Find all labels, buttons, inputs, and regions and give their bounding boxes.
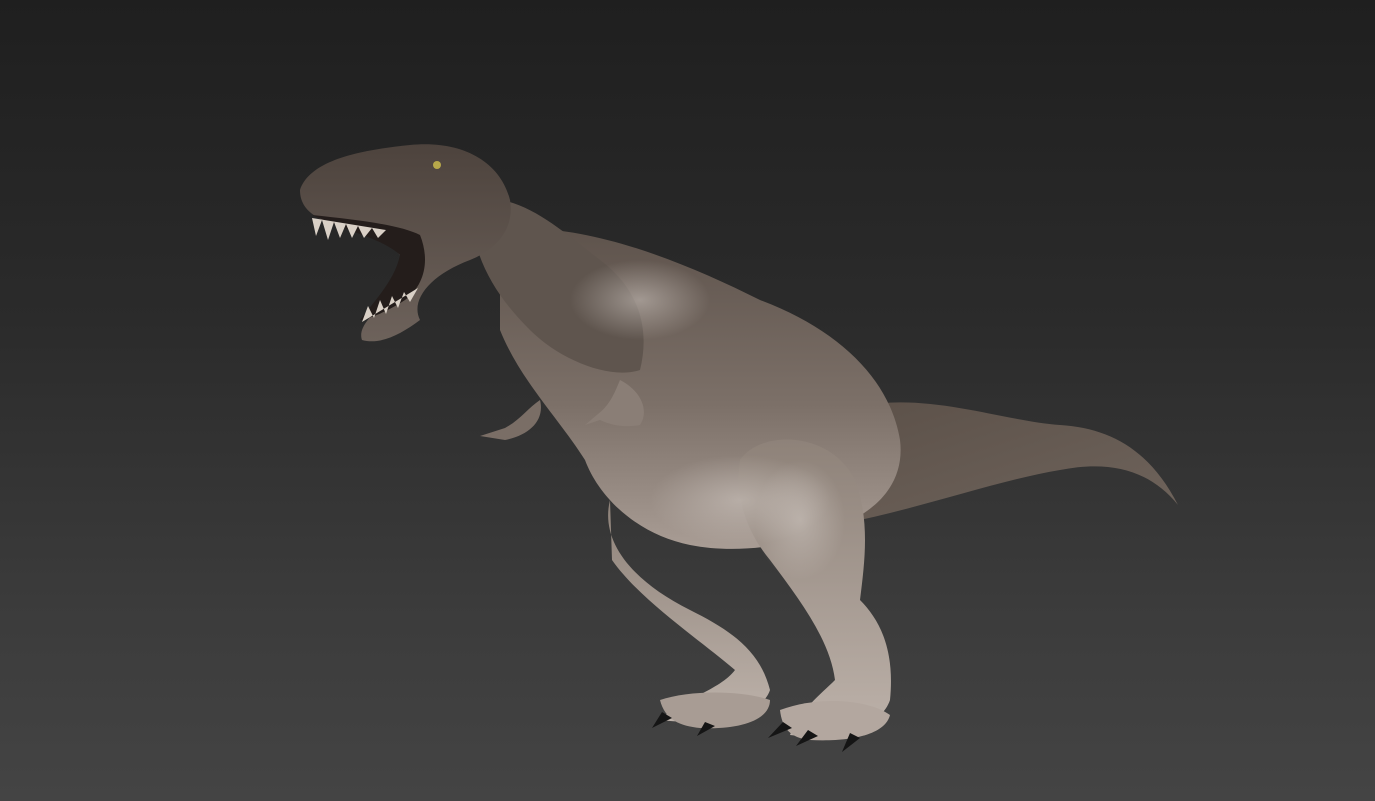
- eye: [433, 161, 441, 169]
- 3d-viewport[interactable]: [0, 0, 1375, 801]
- left-foot: [660, 692, 770, 729]
- t-rex-model[interactable]: [0, 0, 1375, 801]
- thigh-highlight: [755, 460, 845, 580]
- left-arm: [480, 400, 541, 440]
- shoulder-highlight: [570, 260, 710, 340]
